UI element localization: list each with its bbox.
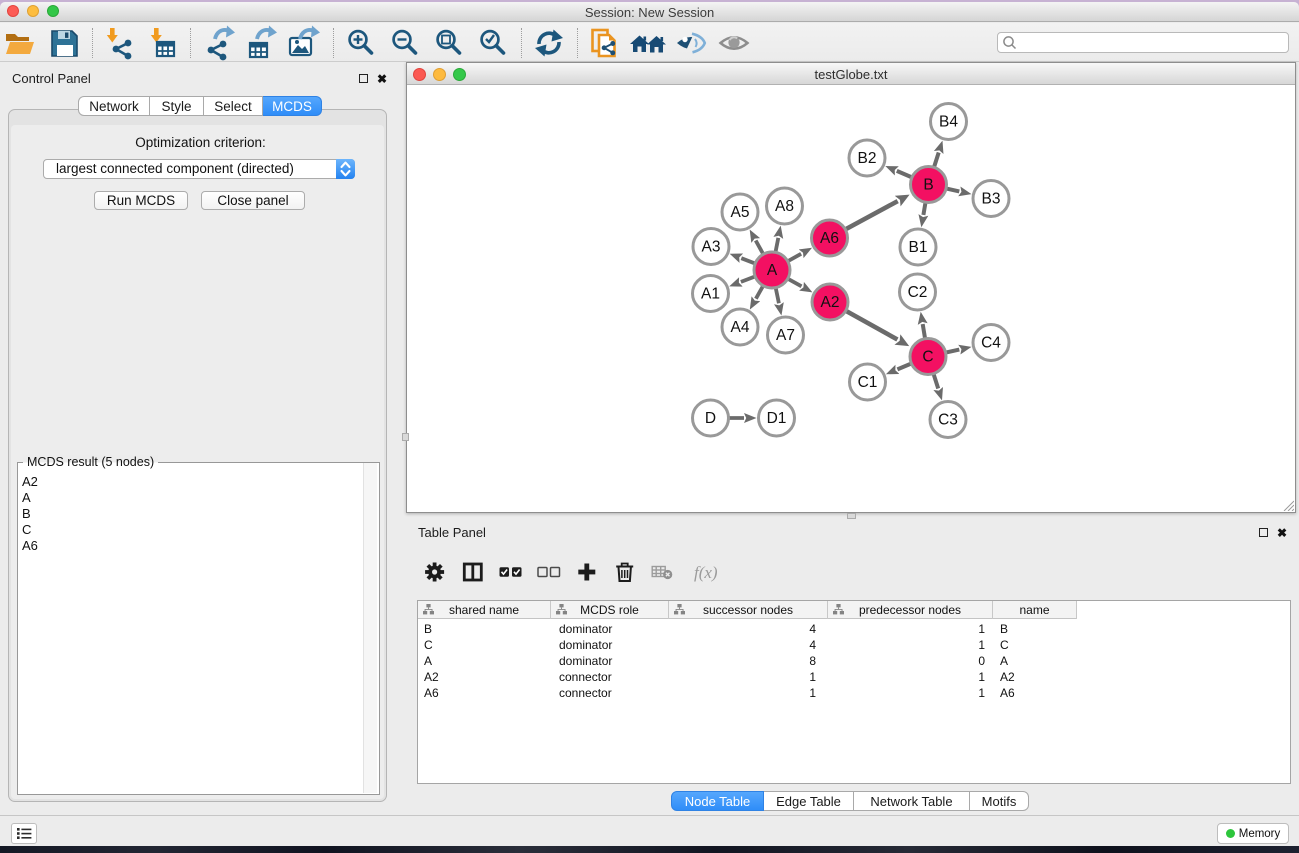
svg-text:C: C <box>922 349 933 366</box>
svg-text:A7: A7 <box>776 327 795 344</box>
svg-text:B4: B4 <box>939 114 958 131</box>
svg-text:C4: C4 <box>981 335 1001 352</box>
svg-text:A6: A6 <box>820 230 839 247</box>
svg-text:C2: C2 <box>908 284 928 301</box>
svg-text:A4: A4 <box>731 319 750 336</box>
svg-text:A5: A5 <box>731 204 750 221</box>
svg-text:D1: D1 <box>767 410 787 427</box>
svg-text:A2: A2 <box>821 294 840 311</box>
svg-text:B3: B3 <box>982 191 1001 208</box>
svg-text:B: B <box>923 177 933 194</box>
svg-text:A3: A3 <box>702 239 721 256</box>
svg-text:B2: B2 <box>858 150 877 167</box>
svg-text:C1: C1 <box>858 374 878 391</box>
svg-text:B1: B1 <box>909 239 928 256</box>
svg-text:D: D <box>705 410 716 427</box>
svg-text:C3: C3 <box>938 412 958 429</box>
svg-text:A: A <box>767 262 778 279</box>
svg-text:A1: A1 <box>701 286 720 303</box>
svg-text:A8: A8 <box>775 198 794 215</box>
